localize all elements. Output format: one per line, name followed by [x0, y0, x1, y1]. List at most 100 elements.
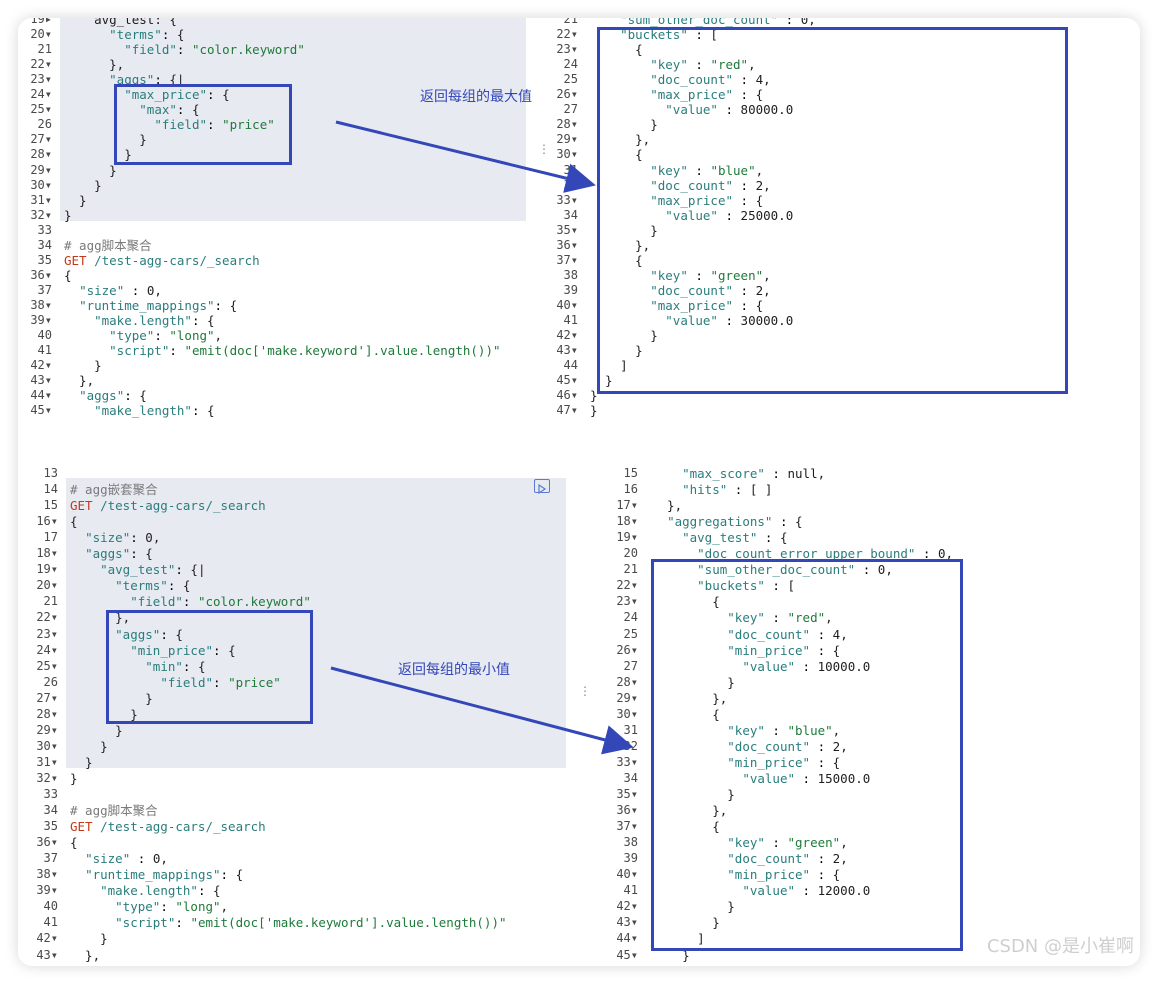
line-number: 37▾	[556, 252, 578, 267]
line-number: 37	[43, 851, 58, 866]
line-number: 41	[43, 915, 58, 930]
line-number: 41	[623, 883, 638, 898]
line-number: 34	[37, 237, 52, 252]
line-number: 25▾	[30, 102, 52, 117]
line-number: 25▾	[36, 658, 58, 673]
code-line: {	[64, 267, 72, 283]
code-line: # agg脚本聚合	[64, 237, 152, 253]
line-number: 32	[563, 177, 578, 192]
line-number: 18▾	[616, 514, 638, 529]
max-price-buckets-box	[597, 27, 1068, 394]
line-number: 19▾	[616, 530, 638, 545]
line-number: 29▾	[556, 132, 578, 147]
line-number: 44▾	[616, 931, 638, 946]
line-number: 39	[623, 851, 638, 866]
line-number: 33▾	[616, 754, 638, 769]
code-line: "runtime_mappings": {	[79, 297, 238, 313]
line-number: 30▾	[616, 706, 638, 721]
code-line: }	[70, 770, 78, 786]
code-line: GET /test-agg-cars/_search	[64, 252, 260, 268]
code-line: },	[64, 57, 125, 73]
line-number: 45▾	[556, 373, 578, 388]
line-number: 17	[43, 530, 58, 545]
resize-handle-top[interactable]: ⋮	[538, 142, 550, 156]
line-number: 42▾	[36, 931, 58, 946]
line-number: 23▾	[556, 42, 578, 57]
code-line: "size" : 0,	[79, 282, 162, 298]
line-number: 40▾	[616, 867, 638, 882]
line-number: 27	[623, 658, 638, 673]
watermark: CSDN @是小崔啊	[986, 936, 1134, 957]
line-number: 42▾	[30, 358, 52, 373]
line-number: 22▾	[30, 57, 52, 72]
line-number: 25	[563, 72, 578, 87]
line-number: 20	[623, 546, 638, 561]
line-number: 22▾	[36, 610, 58, 625]
code-line: # agg嵌套聚合	[70, 482, 158, 498]
min-value-annotation: 返回每组的最小值	[398, 662, 510, 678]
line-number: 29▾	[616, 690, 638, 705]
line-number: 27	[563, 102, 578, 117]
line-number: 36▾	[616, 803, 638, 818]
code-line: GET /test-agg-cars/_search	[70, 498, 266, 514]
line-number: 21	[563, 18, 578, 26]
line-number: 43▾	[556, 343, 578, 358]
line-number: 34	[43, 803, 58, 818]
line-number: 46▾	[590, 964, 638, 966]
line-number: 22▾	[556, 27, 578, 42]
code-line: }	[70, 931, 108, 947]
line-number: 39▾	[30, 313, 52, 327]
line-number: 44	[563, 358, 578, 373]
code-line: },	[70, 947, 101, 963]
code-line: }	[70, 722, 123, 738]
line-number: 25	[623, 626, 638, 641]
line-number: 28▾	[616, 674, 638, 689]
line-number: 28▾	[556, 117, 578, 132]
code-line: "make.length": {	[94, 313, 215, 328]
line-number: 39	[563, 282, 578, 297]
code-line: }	[652, 964, 675, 966]
code-line: GET /test-agg-cars/_search	[70, 819, 266, 835]
line-number: 44▾	[18, 964, 58, 966]
code-line: "hits" : [ ]	[682, 482, 773, 498]
line-number: 20▾	[30, 27, 52, 42]
code-line: "type": "long",	[109, 328, 223, 344]
code-line: "field": "color.keyword"	[124, 42, 305, 58]
line-number: 24	[563, 57, 578, 72]
code-line: },	[64, 373, 95, 389]
line-number: 47▾	[556, 403, 578, 418]
code-line: "size" : 0,	[85, 851, 168, 867]
line-number: 31▾	[36, 754, 58, 769]
line-number: 35	[43, 819, 58, 834]
line-number: 17▾	[616, 498, 638, 513]
line-number: 41	[563, 313, 578, 327]
line-number: 30▾	[30, 177, 52, 192]
line-number: 36▾	[30, 267, 52, 282]
line-number: 33	[37, 222, 52, 237]
section-separator	[18, 423, 1140, 449]
request-editor-top[interactable]: 19▸ avg_test: {20▾ "terms": {21 "field":…	[18, 18, 548, 423]
line-number: 16	[623, 482, 638, 497]
line-number: 21	[37, 42, 52, 57]
code-line: avg_test: {	[64, 18, 177, 27]
max-price-request-box	[114, 84, 292, 165]
run-request-icon[interactable]	[534, 479, 550, 495]
line-number: 38	[623, 835, 638, 850]
line-number: 32▾	[30, 207, 52, 222]
code-line: "aggs": {	[79, 388, 147, 404]
code-line: }	[590, 403, 598, 419]
line-number: 36▾	[36, 835, 58, 850]
line-number: 30▾	[36, 738, 58, 753]
line-number: 23▾	[30, 72, 52, 87]
code-line: }	[64, 192, 87, 208]
code-line: "avg_test": {|	[100, 562, 206, 578]
code-line: {	[70, 514, 78, 530]
line-number: 41	[37, 343, 52, 358]
max-value-annotation: 返回每组的最大值	[420, 89, 532, 105]
line-number: 31	[563, 162, 578, 177]
line-number: 19▸	[30, 18, 52, 26]
line-number: 40	[37, 328, 52, 343]
line-number: 27▾	[36, 690, 58, 705]
line-number: 45▾	[30, 403, 52, 418]
line-number: 40	[43, 899, 58, 914]
